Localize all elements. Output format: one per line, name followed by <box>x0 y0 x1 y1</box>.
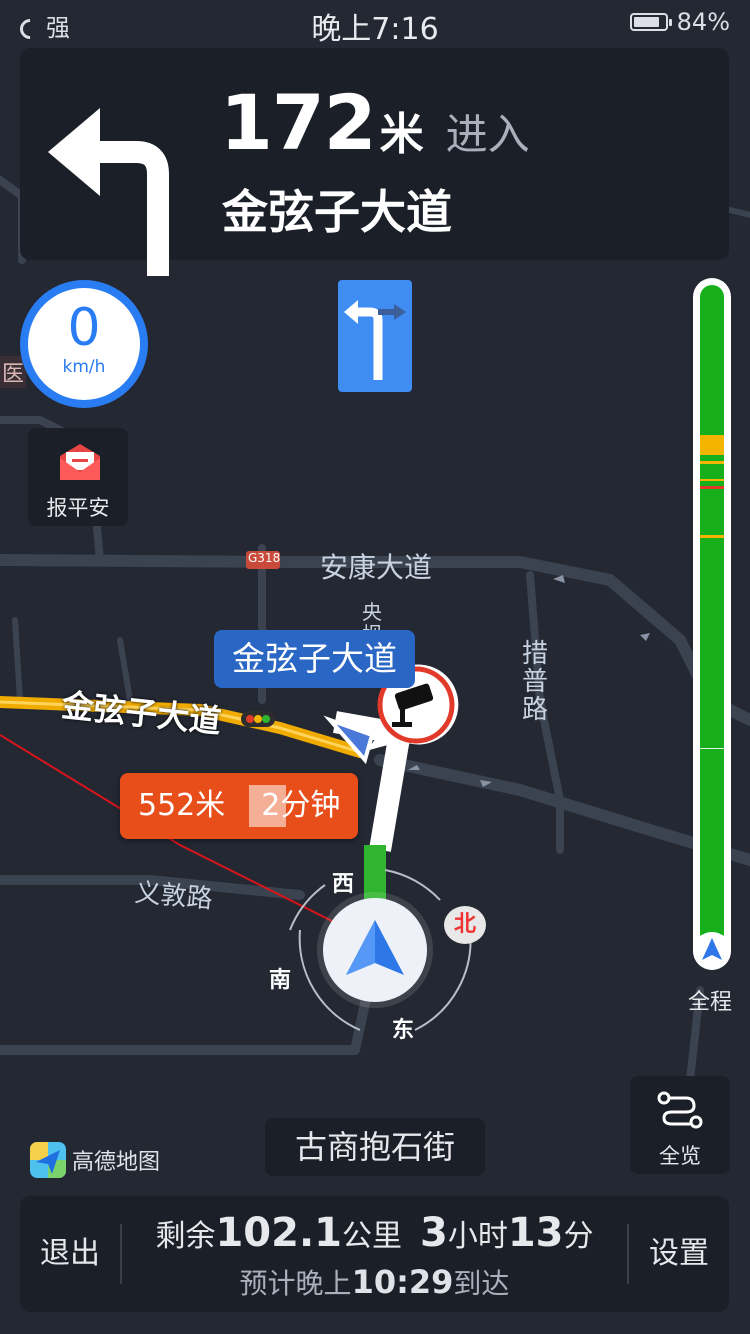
compass-east: 东 <box>392 1018 415 1043</box>
divider <box>627 1224 629 1284</box>
map-label-cuopu-road: 措普路 <box>522 639 549 725</box>
battery-percent: 84% <box>676 8 730 36</box>
turn-left-icon <box>48 108 169 276</box>
map-road <box>12 617 23 703</box>
traffic-segment-divider <box>700 748 724 749</box>
lane-guidance-icon <box>338 280 412 392</box>
eta-info: 预计晚上10:29到达 <box>122 1262 627 1302</box>
remaining-distance-unit: 公里 <box>342 1219 402 1254</box>
remaining-info: 剩余102.1公里 3小时13分 <box>122 1210 627 1256</box>
remaining-minutes: 13 <box>507 1210 564 1256</box>
turn-action: 进入 <box>445 110 530 159</box>
remaining-prefix: 剩余 <box>155 1219 216 1254</box>
remaining-hours: 3 <box>420 1210 448 1256</box>
amap-logo: 高德地图 <box>30 1142 160 1178</box>
compass-north[interactable]: 北 <box>444 906 486 944</box>
compass-south: 南 <box>269 968 292 993</box>
amap-logo-icon <box>30 1142 66 1178</box>
speedometer: 0 km/h <box>20 280 148 408</box>
hours-unit: 小时 <box>447 1219 508 1254</box>
remaining-distance: 102.1 <box>215 1210 342 1256</box>
report-safe-label: 报平安 <box>46 496 110 520</box>
amap-logo-text: 高德地图 <box>72 1150 161 1175</box>
envelope-icon <box>60 444 100 480</box>
traffic-segment-slow <box>700 435 724 455</box>
trip-summary-bar: 退出 剩余102.1公里 3小时13分 预计晚上10:29到达 设置 <box>20 1196 729 1312</box>
distance-to-turn: 172米 进入 <box>220 78 530 167</box>
minutes-unit: 分 <box>563 1219 594 1254</box>
route-info-bubble[interactable]: 552米 2分钟 <box>120 773 359 839</box>
exit-button[interactable]: 退出 <box>40 1196 100 1312</box>
compass-west: 西 <box>332 872 355 897</box>
traffic-progress-bar[interactable] <box>693 278 731 970</box>
map-road <box>727 207 750 218</box>
speed-value: 0 <box>67 298 101 358</box>
route-info-distance: 552米 <box>138 788 226 823</box>
eta-time: 10:29 <box>351 1263 454 1301</box>
status-bar: 强 晚上7:16 84% <box>0 0 750 47</box>
trip-summary[interactable]: 剩余102.1公里 3小时13分 预计晚上10:29到达 <box>122 1210 627 1302</box>
turn-guidance-panel[interactable]: 172米 进入 金弦子大道 <box>20 48 729 276</box>
speed-unit: km/h <box>62 357 106 377</box>
next-road-name: 金弦子大道 <box>222 185 452 239</box>
distance-unit: 米 <box>379 109 424 160</box>
traffic-bar-label: 全程 <box>688 990 733 1015</box>
map-label-highway: G318 <box>248 551 281 565</box>
traffic-track <box>700 285 724 945</box>
map-label-ankang-road: 安康大道 <box>320 551 433 584</box>
map-label-yidun-road: 义敦路 <box>133 878 214 915</box>
traffic-segment-jam <box>700 486 724 489</box>
report-safe-button[interactable]: 报平安 <box>28 428 128 526</box>
progress-car-icon <box>693 932 731 970</box>
traffic-segment-slow <box>700 479 724 481</box>
settings-button[interactable]: 设置 <box>649 1196 709 1312</box>
distance-value: 172 <box>220 78 377 167</box>
route-overview-icon <box>657 1091 703 1129</box>
traffic-segment-slow <box>700 535 724 538</box>
traffic-light-icon <box>241 711 275 727</box>
road-callout: 金弦子大道 <box>214 630 415 688</box>
car-position-icon <box>317 892 433 1008</box>
overview-button[interactable]: 全览 <box>630 1076 730 1174</box>
map-road <box>0 176 26 264</box>
eta-suffix: 到达 <box>453 1267 510 1300</box>
traffic-segment-slow <box>700 461 724 464</box>
overview-label: 全览 <box>659 1144 701 1168</box>
eta-prefix: 预计晚上 <box>239 1267 352 1300</box>
current-street: 古商抱石街 <box>265 1118 485 1176</box>
battery-icon <box>630 13 672 31</box>
